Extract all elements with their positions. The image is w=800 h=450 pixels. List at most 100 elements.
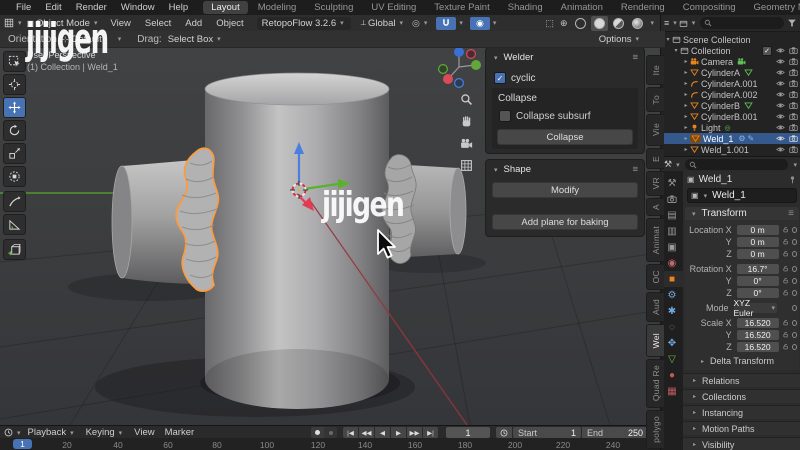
hide-eye-icon[interactable]: [776, 112, 785, 121]
outliner-scope[interactable]: ▾: [679, 19, 698, 28]
start-frame-field[interactable]: Start 1: [513, 427, 581, 438]
outliner-search[interactable]: [700, 17, 784, 29]
keying-set-button[interactable]: [324, 427, 337, 438]
options-dropdown[interactable]: Options ▾: [599, 34, 641, 45]
tool-select-box[interactable]: [3, 51, 26, 72]
tab-scene-properties[interactable]: ▣: [661, 239, 683, 255]
tab-material-properties[interactable]: ●: [661, 367, 683, 383]
camera-view-icon[interactable]: [460, 137, 473, 150]
tab-tool[interactable]: To: [646, 87, 664, 112]
tab-output-properties[interactable]: ▤: [661, 207, 683, 223]
breadcrumb-object[interactable]: Weld_1: [699, 174, 733, 185]
lock-icon[interactable]: [782, 288, 789, 297]
workspace-tab-compositing[interactable]: Compositing: [675, 1, 744, 14]
tab-vr[interactable]: VR: [646, 171, 664, 196]
collections-panel[interactable]: ▸ Collections: [683, 389, 800, 403]
tab-animat[interactable]: Animat: [646, 218, 664, 262]
tab-quad-remesh[interactable]: Quad Re: [646, 359, 664, 408]
zoom-icon[interactable]: [460, 93, 473, 106]
render-visibility-icon[interactable]: [789, 134, 798, 143]
use-preview-range-button[interactable]: [496, 427, 512, 438]
tab-view[interactable]: Vie: [646, 114, 664, 146]
tool-annotate[interactable]: [3, 191, 26, 212]
tab-oc[interactable]: OC: [646, 264, 664, 290]
render-visibility-icon[interactable]: [789, 68, 798, 77]
outliner-row-cylindera002[interactable]: ▸ CylinderA.002: [661, 89, 800, 100]
scale-z-field[interactable]: 16.520: [736, 341, 779, 352]
play-reverse-button[interactable]: ◀: [375, 427, 390, 438]
drag-dropdown[interactable]: Select Box ▾: [168, 34, 223, 45]
outliner-row-cylindera[interactable]: ▸ CylinderA: [661, 67, 800, 78]
visibility-panel[interactable]: ▸ Visibility: [683, 437, 800, 450]
hide-eye-icon[interactable]: [776, 90, 785, 99]
lock-icon[interactable]: [782, 330, 789, 339]
shading-material[interactable]: [610, 16, 627, 31]
outliner-row-weld1[interactable]: ▸ Weld_1 ⚙ ✎: [661, 133, 800, 144]
scale-x-field[interactable]: 16.520: [736, 317, 779, 328]
animate-decorator[interactable]: [791, 226, 798, 233]
jump-to-end-button[interactable]: ▶|: [423, 427, 438, 438]
outliner-display-mode[interactable]: ≡ ▾: [664, 18, 679, 28]
animate-decorator[interactable]: [792, 304, 797, 311]
hide-eye-icon[interactable]: [776, 134, 785, 143]
orientation-dropdown[interactable]: ⟂ Global ▾: [361, 18, 405, 29]
tab-edit[interactable]: E: [646, 148, 664, 169]
lock-icon[interactable]: [782, 225, 789, 234]
shading-dropdown[interactable]: ▾: [650, 19, 654, 27]
lock-icon[interactable]: [782, 276, 789, 285]
motion-paths-panel[interactable]: ▸ Motion Paths: [683, 421, 800, 435]
render-visibility-icon[interactable]: [789, 145, 798, 154]
jump-to-start-button[interactable]: |◀: [343, 427, 358, 438]
animate-decorator[interactable]: [791, 289, 798, 296]
lock-icon[interactable]: [782, 249, 789, 258]
hide-eye-icon[interactable]: [776, 57, 785, 66]
render-visibility-icon[interactable]: [789, 112, 798, 121]
menu-object[interactable]: Object: [209, 18, 250, 29]
menu-select[interactable]: Select: [138, 18, 178, 29]
workspace-tab-uv-editing[interactable]: UV Editing: [363, 1, 424, 14]
menu-view-timeline[interactable]: View: [129, 427, 159, 438]
tool-move[interactable]: [3, 97, 26, 118]
properties-options-caret[interactable]: ▾: [793, 161, 797, 169]
menu-playback[interactable]: Playback ▾: [23, 427, 81, 438]
tab-a[interactable]: A: [646, 198, 664, 216]
menu-window[interactable]: Window: [114, 2, 162, 13]
viewport-3d[interactable]: User Perspective (1) Collection | Weld_1: [0, 47, 665, 425]
menu-add[interactable]: Add: [178, 18, 209, 29]
location-x-field[interactable]: 0 m: [736, 224, 779, 235]
filter-icon[interactable]: [787, 18, 797, 28]
play-button[interactable]: ▶: [391, 427, 406, 438]
editor-type-button[interactable]: ▾: [4, 18, 24, 28]
workspace-tab-layout[interactable]: Layout: [203, 1, 248, 14]
tab-constraints-properties[interactable]: ✥: [661, 335, 683, 351]
workspace-tab-modeling[interactable]: Modeling: [250, 1, 305, 14]
shading-rendered[interactable]: [629, 16, 646, 31]
hide-eye-icon[interactable]: [776, 145, 785, 154]
menu-file[interactable]: File: [9, 2, 38, 13]
object-name-field[interactable]: ▣ ▾ Weld_1: [687, 188, 797, 203]
properties-search[interactable]: [684, 159, 789, 170]
menu-keying[interactable]: Keying ▾: [81, 427, 130, 438]
hide-eye-icon[interactable]: [776, 68, 785, 77]
render-visibility-icon[interactable]: [789, 123, 798, 132]
tab-polygon[interactable]: polygo: [646, 410, 664, 449]
tool-scale[interactable]: [3, 143, 26, 164]
rotation-mode-dropdown[interactable]: XYZ Euler ▾: [733, 298, 777, 318]
hide-eye-icon[interactable]: [776, 123, 785, 132]
prev-keyframe-button[interactable]: ◀◀: [359, 427, 374, 438]
tool-cursor[interactable]: [3, 74, 26, 95]
show-overlays-toggle[interactable]: ⊕: [557, 16, 571, 31]
relations-panel[interactable]: ▸ Relations: [683, 373, 800, 387]
tool-transform[interactable]: [3, 166, 26, 187]
workspace-tab-sculpting[interactable]: Sculpting: [306, 1, 361, 14]
tab-tool-properties[interactable]: ⚒: [661, 175, 683, 191]
hide-eye-icon[interactable]: [776, 101, 785, 110]
shape-collapse-caret[interactable]: ▾: [494, 166, 498, 174]
location-y-field[interactable]: 0 m: [736, 236, 779, 247]
end-frame-field[interactable]: End 250: [582, 427, 648, 438]
workspace-tab-animation[interactable]: Animation: [553, 1, 611, 14]
location-z-field[interactable]: 0 m: [736, 248, 779, 259]
tab-viewlayer-properties[interactable]: ▥: [661, 223, 683, 239]
menu-marker[interactable]: Marker: [160, 427, 200, 438]
render-visibility-icon[interactable]: [789, 57, 798, 66]
